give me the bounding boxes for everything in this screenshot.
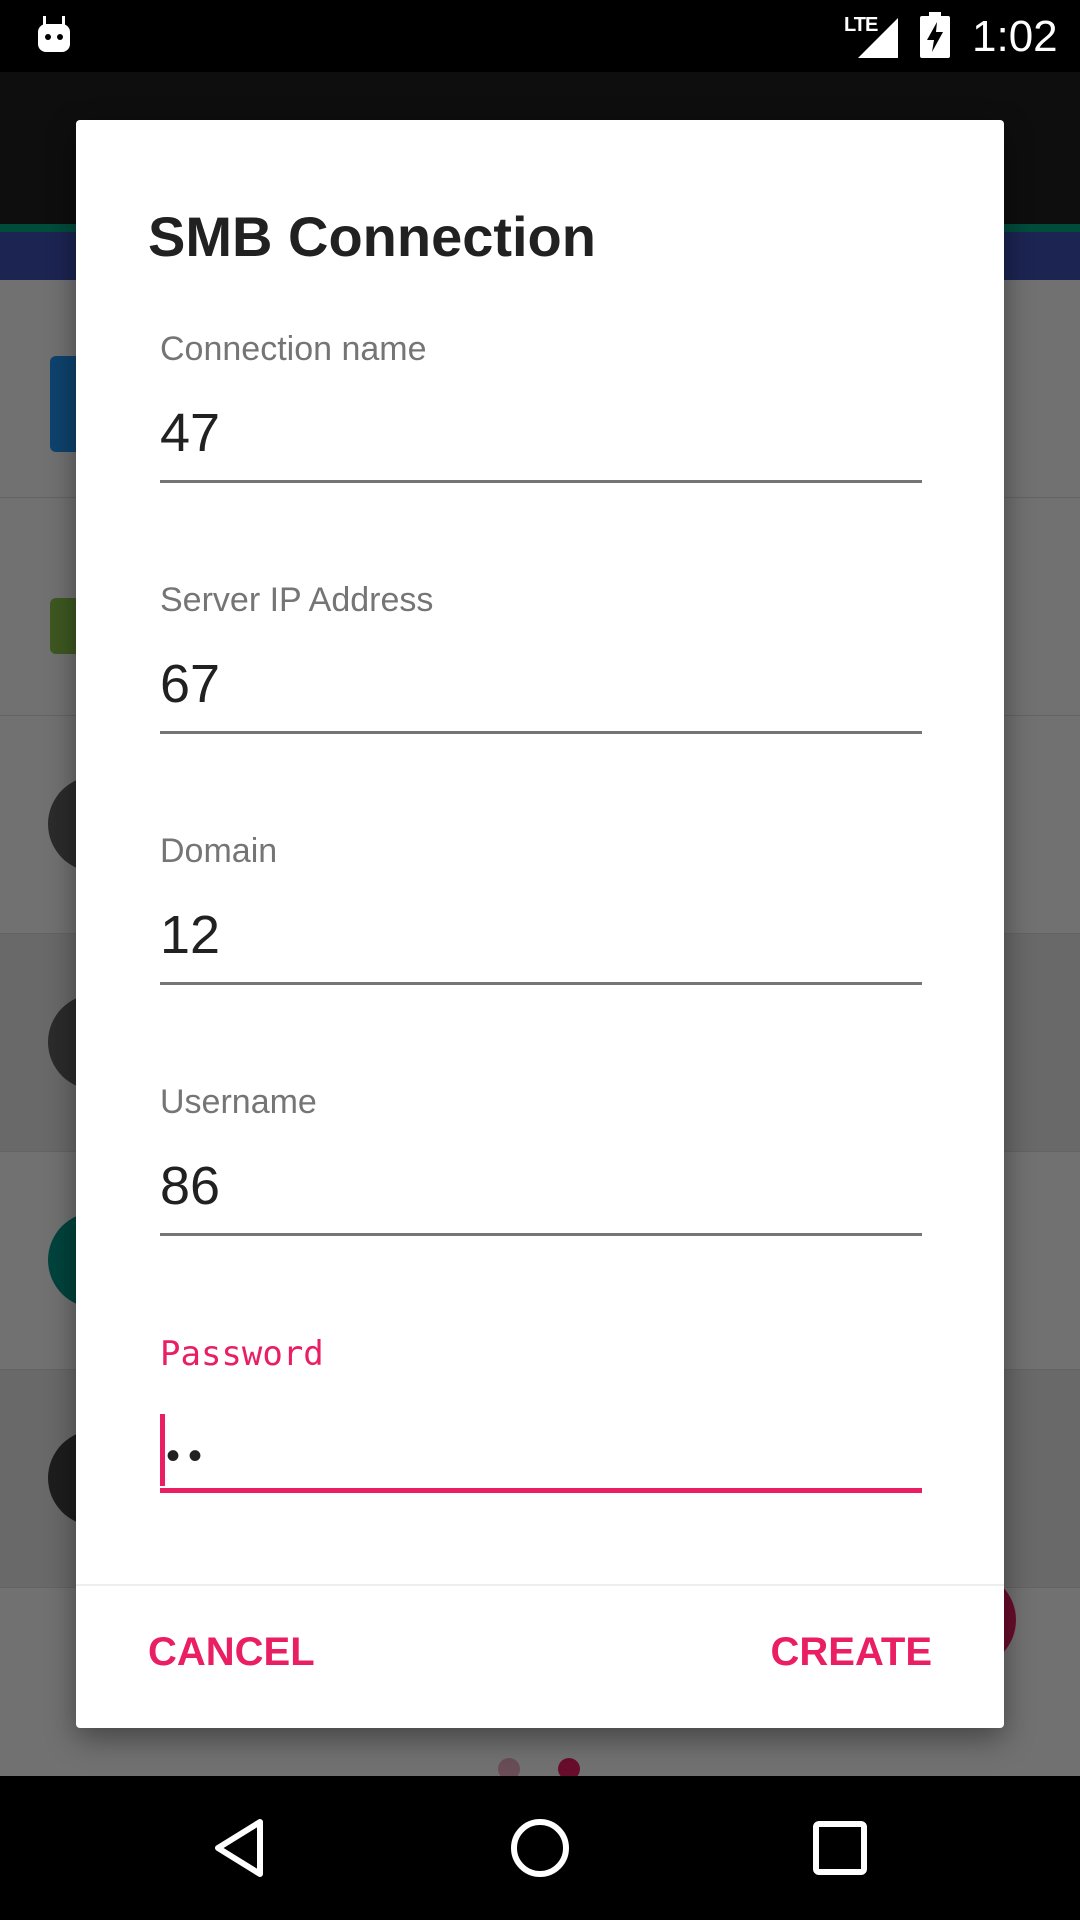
field-underline: [160, 1233, 922, 1236]
field-value[interactable]: 47: [160, 402, 220, 464]
field-underline: [160, 731, 922, 734]
field-label: Username: [160, 1083, 317, 1121]
username-field[interactable]: Username 86: [160, 1083, 922, 1236]
field-label: Connection name: [160, 330, 427, 368]
field-underline: [160, 1488, 922, 1493]
battery-charging-icon: [920, 12, 950, 58]
field-label: Password: [160, 1334, 324, 1374]
navigation-bar: [0, 1776, 1080, 1920]
cancel-button[interactable]: CANCEL: [148, 1630, 315, 1675]
dialog-title: SMB Connection: [148, 205, 596, 268]
password-field[interactable]: Password ••: [160, 1334, 922, 1493]
connection-name-field[interactable]: Connection name 47: [160, 330, 922, 483]
create-button[interactable]: CREATE: [771, 1630, 932, 1675]
actions-divider: [76, 1584, 1004, 1586]
back-icon[interactable]: [204, 1812, 276, 1884]
server-ip-field[interactable]: Server IP Address 67: [160, 581, 922, 734]
field-value[interactable]: 86: [160, 1155, 220, 1217]
recents-icon[interactable]: [804, 1812, 876, 1884]
field-label: Domain: [160, 832, 278, 870]
domain-field[interactable]: Domain 12: [160, 832, 922, 985]
status-bar: LTE 1:02: [0, 0, 1080, 72]
password-value[interactable]: ••: [166, 1434, 210, 1479]
field-value[interactable]: 12: [160, 904, 220, 966]
field-label: Server IP Address: [160, 581, 434, 619]
home-icon[interactable]: [504, 1812, 576, 1884]
field-underline: [160, 480, 922, 483]
clock: 1:02: [972, 12, 1058, 61]
signal-icon: [858, 18, 898, 58]
text-cursor: [160, 1414, 165, 1486]
field-value[interactable]: 67: [160, 653, 220, 715]
field-underline: [160, 982, 922, 985]
smb-connection-dialog: SMB Connection Connection name 47 Server…: [76, 120, 1004, 1728]
android-notification-icon: [38, 16, 70, 52]
